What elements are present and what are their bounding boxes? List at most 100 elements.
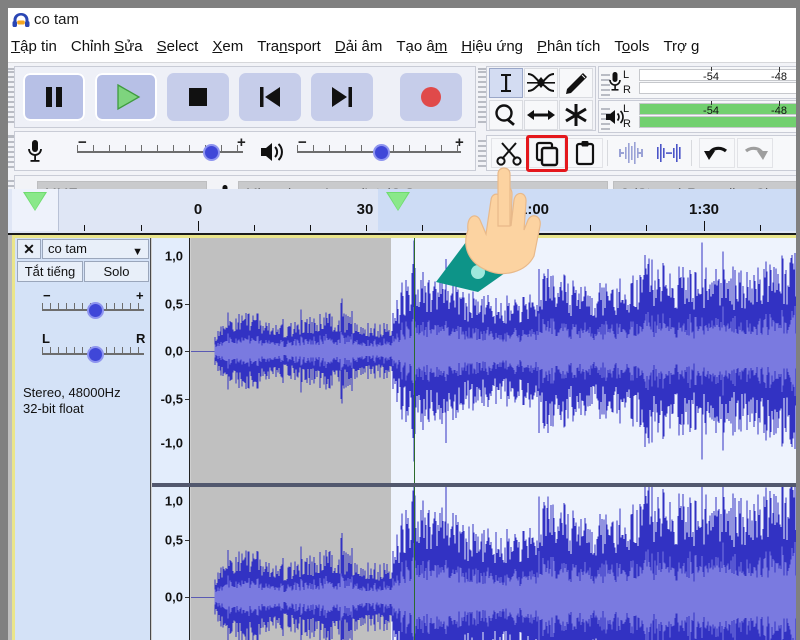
- ch1-vruler-neg-0-5: -0,5: [160, 391, 183, 407]
- stop-icon: [189, 88, 207, 106]
- title-bar: co tam: [4, 4, 796, 34]
- playback-volume-thumb[interactable]: [373, 144, 390, 161]
- redo-arrow-icon: [744, 146, 768, 160]
- transport-toolbar: [14, 66, 476, 128]
- copy-icon: [535, 141, 559, 167]
- menu-tao-am[interactable]: Tạo âm: [389, 34, 454, 60]
- pause-icon: [46, 87, 62, 107]
- menu-phan-tich[interactable]: Phân tích: [530, 34, 607, 60]
- redo-button[interactable]: [737, 138, 773, 168]
- ch1-vruler-0-5: 0,5: [164, 296, 183, 312]
- recording-meter-right-label: R: [623, 84, 631, 96]
- headphones-icon: [12, 12, 30, 28]
- menu-xem[interactable]: Xem: [205, 34, 250, 60]
- timeline-selection-region: [378, 189, 796, 231]
- play-button[interactable]: [95, 73, 157, 121]
- trim-button[interactable]: [613, 138, 649, 168]
- playback-meter-channel-labels: L R: [623, 102, 637, 132]
- menu-select[interactable]: Select: [150, 34, 206, 60]
- track-close-button[interactable]: ✕: [17, 239, 41, 259]
- zoom-tool-button[interactable]: [489, 100, 523, 130]
- speaker-icon: [259, 140, 285, 169]
- playback-meter-toolbar[interactable]: L R -54 -48: [598, 100, 796, 133]
- i-beam-icon: [501, 74, 511, 92]
- ch2-vruler-0-0: 0,0: [164, 589, 183, 605]
- copy-button[interactable]: [529, 138, 565, 168]
- channel2-waveform[interactable]: [191, 487, 796, 640]
- undo-button[interactable]: [699, 138, 735, 168]
- cut-button[interactable]: [491, 138, 527, 168]
- menu-chinh-sua[interactable]: Chỉnh Sửa: [64, 34, 150, 60]
- timeline-ruler[interactable]: 0 30 1:00 1:30: [4, 189, 796, 235]
- tools-toolbar: [486, 66, 596, 131]
- channel2-cursor-line: [414, 487, 415, 640]
- envelope-tool-button[interactable]: [524, 68, 558, 98]
- playback-meter-left-label: L: [623, 103, 630, 115]
- green-triangle-playhead[interactable]: [386, 192, 410, 211]
- record-button[interactable]: [400, 73, 462, 121]
- silence-button[interactable]: [651, 138, 687, 168]
- recording-meter-toolbar[interactable]: L R -54 -48: [598, 66, 796, 99]
- chevron-down-icon: ▼: [132, 246, 143, 258]
- track-name-dropdown[interactable]: co tam ▼: [42, 239, 149, 259]
- recording-meter-scale: -54 -48: [639, 67, 796, 97]
- pause-button[interactable]: [23, 73, 85, 121]
- ch2-vruler-0-5: 0,5: [164, 532, 183, 548]
- pinned-playhead-icon[interactable]: [23, 192, 47, 211]
- magnifier-icon: [495, 104, 515, 126]
- track-focus-frame: ✕ co tam ▼ Tắt tiếng Solo − + L R Stereo…: [12, 235, 796, 640]
- stop-button[interactable]: [167, 73, 229, 121]
- recording-meter-channel-labels: L R: [623, 68, 637, 98]
- skip-to-end-button[interactable]: [311, 73, 373, 121]
- play-icon: [117, 83, 141, 111]
- pan-left-label: L: [42, 331, 50, 346]
- menu-tools[interactable]: Tools: [607, 34, 656, 60]
- track-solo-button[interactable]: Solo: [84, 261, 149, 282]
- edit-toolbar: [486, 135, 796, 172]
- ch1-vruler-1-0: 1,0: [164, 248, 183, 264]
- envelope-icon: [527, 73, 555, 92]
- ruler-label-30: 30: [356, 201, 374, 218]
- silence-audio-icon: [657, 144, 681, 162]
- track-info-line2: 32-bit float: [23, 401, 84, 416]
- menu-dai-am[interactable]: Dải âm: [328, 34, 390, 60]
- speaker-icon: [605, 107, 625, 132]
- skip-to-start-icon: [260, 87, 280, 107]
- record-icon: [421, 87, 441, 107]
- menu-transport[interactable]: Transport: [250, 34, 328, 60]
- menu-tro-giup[interactable]: Trợ g: [656, 34, 706, 60]
- ruler-label-0: 0: [193, 201, 203, 218]
- recording-meter-tick-54: -54: [703, 71, 719, 83]
- track-mute-button[interactable]: Tắt tiếng: [17, 261, 83, 282]
- selection-tool-button[interactable]: [489, 68, 523, 98]
- asterisk-icon: [565, 104, 587, 126]
- clipboard-icon: [575, 141, 595, 166]
- menu-hieu-ung[interactable]: Hiệu ứng: [454, 34, 530, 60]
- skip-to-end-icon: [332, 87, 352, 107]
- track-control-panel: ✕ co tam ▼ Tắt tiếng Solo − + L R Stereo…: [15, 238, 151, 640]
- timeshift-tool-button[interactable]: [524, 100, 558, 130]
- menu-bar[interactable]: Tập tin Chỉnh Sửa Select Xem Transport Dải âm…: [4, 34, 796, 62]
- recording-meter-tick-48: -48: [771, 71, 787, 83]
- skip-to-start-button[interactable]: [239, 73, 301, 121]
- recording-volume-thumb[interactable]: [203, 144, 220, 161]
- channel1-vertical-ruler: 1,0 0,5 0,0 -0,5 -1,0: [152, 238, 190, 483]
- draw-tool-button[interactable]: [559, 68, 593, 98]
- channel1-cursor-line: [414, 238, 415, 483]
- recording-meter-left-label: L: [623, 69, 630, 81]
- multi-tool-button[interactable]: [559, 100, 593, 130]
- microphone-icon: [25, 138, 45, 169]
- menu-tap-tin[interactable]: Tập tin: [4, 34, 64, 60]
- audacity-window: co tam Tập tin Chỉnh Sửa Select Xem Transpor…: [4, 4, 796, 640]
- track-pan-slider-thumb[interactable]: [87, 346, 104, 363]
- ch1-vruler-neg-1-0: -1,0: [160, 435, 183, 451]
- microphone-icon: [608, 71, 622, 100]
- window-title: co tam: [34, 11, 80, 28]
- scissors-icon: [496, 142, 522, 166]
- paste-button[interactable]: [567, 138, 603, 168]
- pencil-icon: [566, 73, 587, 94]
- playback-meter-right-label: R: [623, 118, 631, 130]
- channel1-waveform[interactable]: [191, 238, 796, 483]
- track-gain-slider-thumb[interactable]: [87, 302, 104, 319]
- ruler-label-1-00: 1:00: [518, 201, 550, 218]
